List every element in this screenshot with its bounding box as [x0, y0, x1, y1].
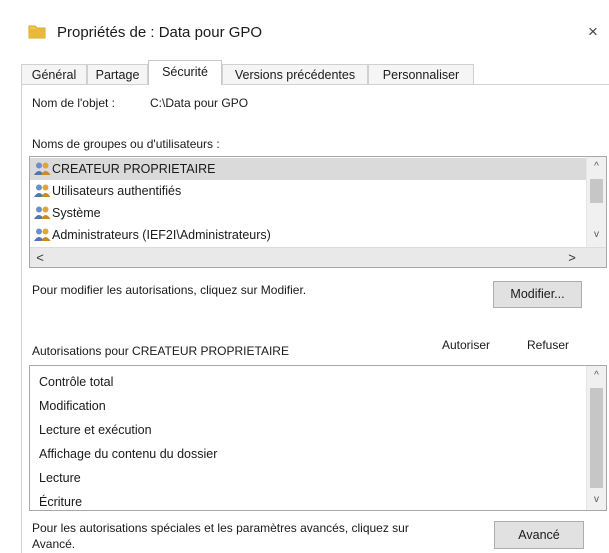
scroll-thumb[interactable]: [590, 179, 603, 203]
permissions-vertical-scrollbar[interactable]: ^ v: [586, 366, 606, 510]
permissions-label: Autorisations pour CREATEUR PROPRIETAIRE: [32, 344, 289, 358]
list-item[interactable]: Système: [30, 202, 586, 224]
permission-modify: Modification: [39, 399, 106, 413]
modify-button[interactable]: Modifier...: [493, 281, 582, 308]
advanced-instructions-line2: Avancé.: [32, 537, 76, 551]
close-icon[interactable]: ×: [588, 22, 609, 42]
window-title: Propriétés de : Data pour GPO: [57, 24, 263, 41]
groups-vertical-scrollbar[interactable]: ^ v: [586, 157, 606, 247]
group-name: CREATEUR PROPRIETAIRE: [52, 162, 216, 176]
permissions-listbox[interactable]: Contrôle total Modification Lecture et e…: [29, 365, 607, 511]
modify-instructions: Pour modifier les autorisations, cliquez…: [32, 283, 307, 297]
permission-full-control: Contrôle total: [39, 375, 114, 389]
permission-list-folder: Affichage du contenu du dossier: [39, 447, 218, 461]
group-name: Administrateurs (IEF2I\Administrateurs): [52, 228, 271, 242]
group-name: Utilisateurs authentifiés: [52, 184, 182, 198]
object-name-label: Nom de l'objet :: [32, 96, 115, 110]
tab-general[interactable]: Général: [21, 64, 87, 84]
tab-versions-precedentes[interactable]: Versions précédentes: [222, 64, 368, 84]
users-icon: [34, 183, 51, 199]
group-name: Système: [52, 206, 101, 220]
advanced-instructions-line1: Pour les autorisations spéciales et les …: [32, 521, 409, 535]
security-panel: Nom de l'objet : C:\Data pour GPO Noms d…: [21, 84, 609, 553]
advanced-button[interactable]: Avancé: [494, 521, 584, 549]
tab-partage[interactable]: Partage: [87, 64, 148, 84]
tab-personnaliser[interactable]: Personnaliser: [368, 64, 474, 84]
tab-securite[interactable]: Sécurité: [148, 60, 222, 85]
list-item[interactable]: Utilisateurs authentifiés: [30, 180, 586, 202]
scroll-up-icon[interactable]: ^: [587, 366, 606, 386]
users-icon: [34, 161, 51, 177]
users-icon: [34, 205, 51, 221]
scroll-down-icon[interactable]: v: [587, 225, 606, 245]
permission-read-execute: Lecture et exécution: [39, 423, 152, 437]
allow-column-header: Autoriser: [442, 338, 491, 352]
folder-icon: [28, 24, 46, 39]
scroll-left-icon[interactable]: <: [30, 248, 50, 267]
permission-write: Écriture: [39, 495, 83, 509]
scroll-right-icon[interactable]: >: [562, 248, 582, 267]
list-item[interactable]: Administrateurs (IEF2I\Administrateurs): [30, 224, 586, 246]
list-item[interactable]: CREATEUR PROPRIETAIRE: [30, 158, 586, 180]
scroll-down-icon[interactable]: v: [587, 490, 606, 510]
groups-horizontal-scrollbar[interactable]: < >: [30, 247, 606, 267]
scroll-thumb[interactable]: [590, 388, 603, 488]
permission-read: Lecture: [39, 471, 81, 485]
object-name-value: C:\Data pour GPO: [150, 96, 249, 110]
scroll-up-icon[interactable]: ^: [587, 157, 606, 177]
groups-label: Noms de groupes ou d'utilisateurs :: [32, 137, 220, 151]
users-icon: [34, 227, 51, 243]
groups-listbox[interactable]: CREATEUR PROPRIETAIRE Utilisateurs authe…: [29, 156, 607, 268]
deny-column-header: Refuser: [527, 338, 570, 352]
